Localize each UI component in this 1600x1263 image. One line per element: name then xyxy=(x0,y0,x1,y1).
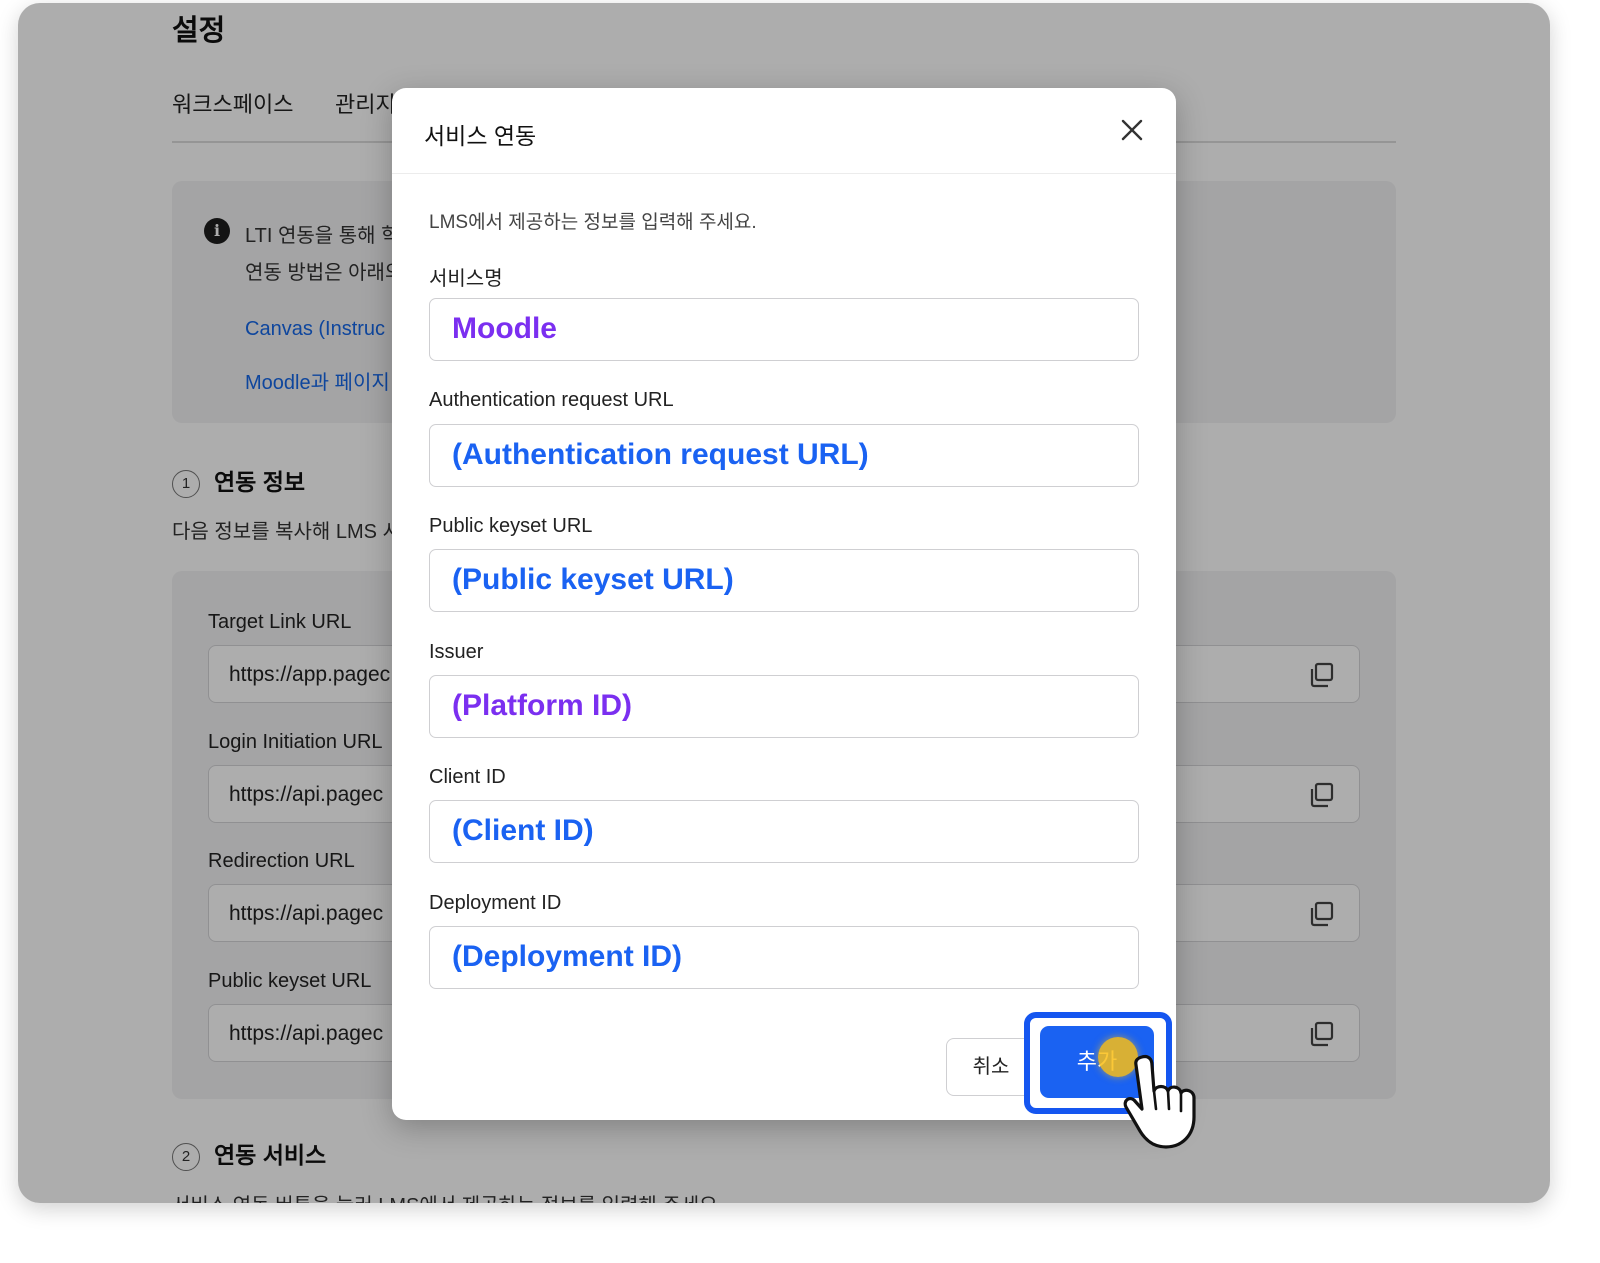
input-value: Moodle xyxy=(452,312,557,345)
input-value: (Client ID) xyxy=(452,814,594,847)
app-window: 설정 워크스페이스 관리지 i LTI 연동을 통해 학 연동 방법은 아래의 … xyxy=(18,3,1550,1203)
client-id-label: Client ID xyxy=(429,766,506,788)
dialog-description: LMS에서 제공하는 정보를 입력해 주세요. xyxy=(429,212,757,233)
public-keyset-url-label: Public keyset URL xyxy=(429,515,593,537)
cancel-button[interactable]: 취소 xyxy=(946,1038,1036,1096)
issuer-input[interactable]: (Platform ID) xyxy=(429,675,1139,738)
auth-request-url-input[interactable]: (Authentication request URL) xyxy=(429,424,1139,487)
input-value: (Authentication request URL) xyxy=(452,438,869,471)
issuer-label: Issuer xyxy=(429,641,484,663)
deployment-id-label: Deployment ID xyxy=(429,892,562,914)
hand-pointer-icon xyxy=(1123,1054,1196,1149)
input-value: (Deployment ID) xyxy=(452,940,683,973)
service-integration-dialog: 서비스 연동 LMS에서 제공하는 정보를 입력해 주세요. 서비스명 Mood… xyxy=(392,88,1176,1120)
public-keyset-url-input[interactable]: (Public keyset URL) xyxy=(429,549,1139,612)
service-name-label: 서비스명 xyxy=(429,268,503,290)
input-value: (Public keyset URL) xyxy=(452,563,734,596)
close-icon[interactable] xyxy=(1118,116,1146,144)
auth-request-url-label: Authentication request URL xyxy=(429,389,674,411)
dialog-header: 서비스 연동 xyxy=(392,88,1176,174)
dialog-title: 서비스 연동 xyxy=(424,123,537,149)
deployment-id-input[interactable]: (Deployment ID) xyxy=(429,926,1139,989)
service-name-input[interactable]: Moodle xyxy=(429,298,1139,361)
client-id-input[interactable]: (Client ID) xyxy=(429,800,1139,863)
input-value: (Platform ID) xyxy=(452,689,632,722)
